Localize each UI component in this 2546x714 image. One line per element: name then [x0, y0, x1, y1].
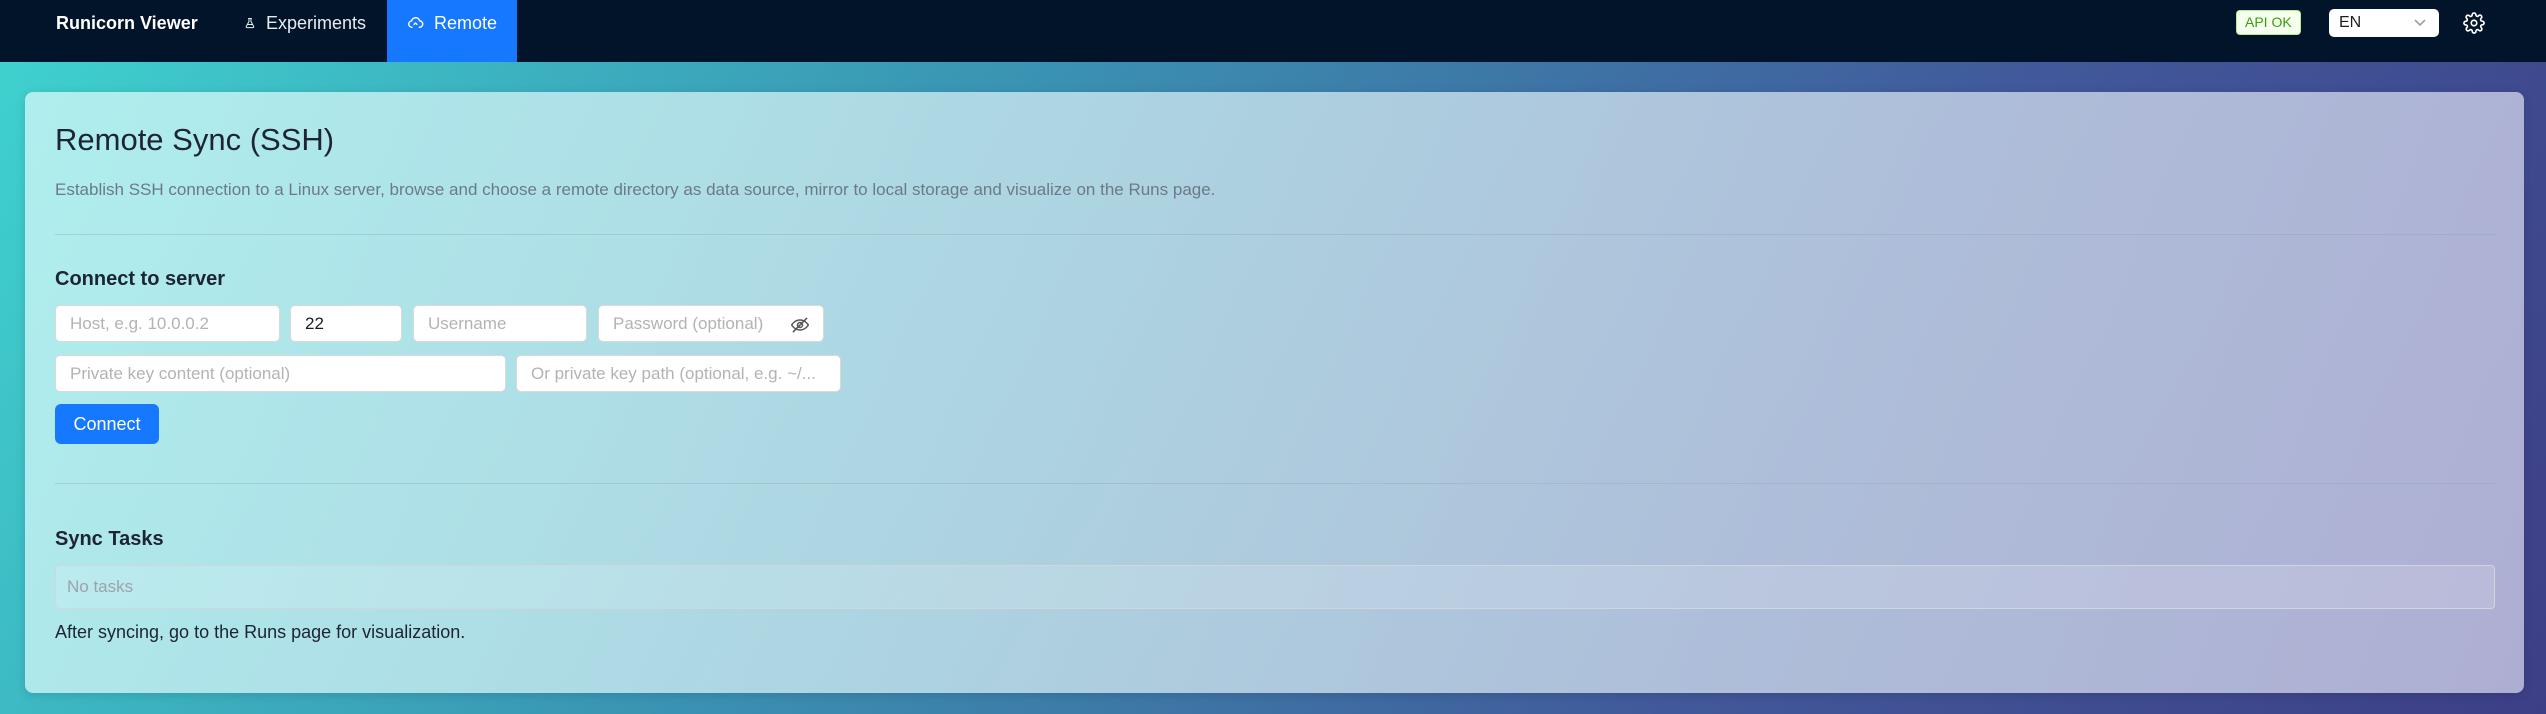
divider: [55, 483, 2495, 484]
divider: [55, 234, 2495, 235]
cloud-sync-icon: [408, 17, 424, 28]
app-title[interactable]: Runicorn Viewer: [56, 0, 198, 46]
username-input[interactable]: [413, 305, 587, 342]
nav-experiments[interactable]: Experiments: [224, 0, 386, 62]
sync-section-title: Sync Tasks: [55, 528, 164, 550]
sync-note: After syncing, go to the Runs page for v…: [55, 622, 466, 642]
connect-section-title: Connect to server: [55, 268, 226, 290]
sync-tasks-list: No tasks: [55, 565, 2495, 609]
page-subtitle: Establish SSH connection to a Linux serv…: [55, 180, 1216, 199]
language-select-value: EN: [2339, 14, 2362, 31]
remote-sync-card: Remote Sync (SSH) Establish SSH connecti…: [25, 92, 2524, 693]
language-select[interactable]: EN: [2329, 9, 2439, 37]
port-input[interactable]: [290, 305, 402, 342]
key-path-input[interactable]: [516, 355, 841, 392]
nav-remote[interactable]: Remote: [387, 0, 517, 62]
eye-invisible-icon[interactable]: [790, 315, 810, 335]
gear-icon[interactable]: [2463, 12, 2485, 34]
connect-button[interactable]: Connect: [55, 404, 159, 444]
nav-experiments-label: Experiments: [265, 12, 366, 33]
top-navbar: Runicorn Viewer Experiments Remote API O…: [0, 0, 2546, 62]
host-input[interactable]: [55, 305, 280, 342]
nav-remote-label: Remote: [433, 12, 497, 33]
empty-tasks-text: No tasks: [67, 577, 134, 596]
page-title: Remote Sync (SSH): [55, 122, 335, 157]
chevron-down-icon: [2414, 19, 2426, 27]
private-key-input[interactable]: [55, 355, 506, 392]
flask-icon: [245, 18, 255, 29]
api-status-badge: API OK: [2236, 10, 2301, 35]
